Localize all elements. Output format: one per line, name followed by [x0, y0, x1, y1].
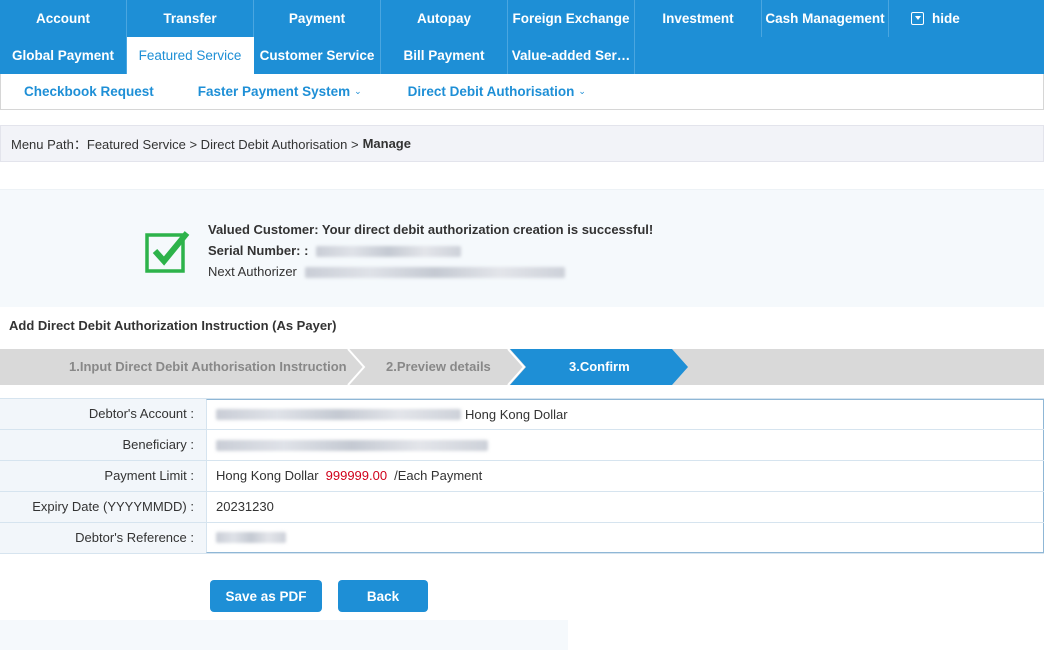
progress-steps: 1.Input Direct Debit Authorisation Instr…	[0, 349, 1044, 385]
payment-limit-suffix: /Each Payment	[394, 468, 483, 483]
nav-value-added-services[interactable]: Value-added Ser…	[508, 37, 635, 74]
debtor-account-label: Debtor's Account :	[0, 399, 206, 429]
subnav-direct-debit-authorisation[interactable]: Direct Debit Authorisation ⌄	[408, 84, 586, 99]
nav-hide-toggle[interactable]: hide	[889, 0, 1016, 37]
main-nav-row-1: Account Transfer Payment Autopay Foreign…	[0, 0, 1044, 37]
nav-hide-label: hide	[932, 11, 960, 26]
main-nav-row-2: Global Payment Featured Service Customer…	[0, 37, 1044, 74]
nav-autopay[interactable]: Autopay	[381, 0, 508, 37]
table-row: Beneficiary :	[0, 430, 1044, 461]
beneficiary-value	[206, 430, 1044, 460]
subnav-faster-payment-system[interactable]: Faster Payment System ⌄	[198, 84, 362, 99]
serial-number-label: Serial Number: :	[208, 243, 309, 258]
subnav-fps-label: Faster Payment System	[197, 84, 351, 99]
beneficiary-value-redacted	[216, 439, 488, 451]
beneficiary-label: Beneficiary :	[0, 430, 206, 460]
sub-nav: Checkbook Request Faster Payment System …	[0, 74, 1044, 110]
bottom-panel	[0, 620, 568, 650]
nav-account[interactable]: Account	[0, 0, 127, 37]
payment-limit-amount: 999999.00	[325, 468, 388, 483]
nav-foreign-exchange[interactable]: Foreign Exchange	[508, 0, 635, 37]
breadcrumb-current: Manage	[362, 136, 411, 151]
step-3-label: 3.Confirm	[569, 359, 630, 374]
payment-limit-label: Payment Limit :	[0, 461, 206, 491]
collapse-icon	[911, 12, 924, 25]
nav-bill-payment[interactable]: Bill Payment	[381, 37, 508, 74]
debtor-account-currency: Hong Kong Dollar	[465, 406, 568, 422]
step-1-divider	[347, 349, 366, 385]
breadcrumb: Menu Path：Featured Service > Direct Debi…	[0, 125, 1044, 162]
success-message: Valued Customer: Your direct debit autho…	[208, 222, 654, 237]
nav-featured-service[interactable]: Featured Service	[127, 37, 254, 74]
table-row: Payment Limit : Hong Kong Dollar 999999.…	[0, 461, 1044, 492]
breadcrumb-path: Menu Path：Featured Service > Direct Debi…	[11, 137, 359, 152]
subnav-checkbook-request[interactable]: Checkbook Request	[24, 84, 154, 99]
debtor-reference-label: Debtor's Reference :	[0, 523, 206, 553]
payment-limit-currency: Hong Kong Dollar	[216, 468, 319, 483]
step-2-label: 2.Preview details	[386, 359, 491, 374]
nav-customer-service[interactable]: Customer Service	[254, 37, 381, 74]
expiry-date-label: Expiry Date (YYYYMMDD) :	[0, 492, 206, 522]
debtor-account-value: Hong Kong Dollar	[206, 399, 1044, 429]
nav-investment[interactable]: Investment	[635, 0, 762, 37]
nav-transfer[interactable]: Transfer	[127, 0, 254, 37]
next-authorizer-label: Next Authorizer	[208, 264, 297, 279]
table-row: Debtor's Reference :	[0, 523, 1044, 554]
success-message-panel: Valued Customer: Your direct debit autho…	[0, 189, 1044, 307]
debtor-reference-redacted	[216, 532, 286, 543]
subnav-checkbook-label: Checkbook Request	[24, 84, 154, 99]
nav-cash-management[interactable]: Cash Management	[762, 0, 889, 37]
table-row: Debtor's Account : Hong Kong Dollar	[0, 399, 1044, 430]
chevron-down-icon: ⌄	[354, 86, 362, 96]
subnav-dda-label: Direct Debit Authorisation	[407, 84, 575, 99]
success-text-block: Valued Customer: Your direct debit autho…	[208, 219, 653, 282]
back-button[interactable]: Back	[338, 580, 428, 612]
next-authorizer-value-redacted	[304, 267, 565, 279]
chevron-down-icon: ⌄	[578, 86, 586, 96]
debtor-reference-value	[206, 523, 1044, 553]
debtor-account-number-redacted	[216, 409, 461, 420]
nav-global-payment[interactable]: Global Payment	[0, 37, 127, 74]
section-title: Add Direct Debit Authorization Instructi…	[9, 318, 337, 333]
step-1-label: 1.Input Direct Debit Authorisation Instr…	[69, 359, 347, 374]
checkmark-success-icon	[145, 231, 190, 273]
save-as-pdf-button[interactable]: Save as PDF	[210, 580, 322, 612]
expiry-date-value: 20231230	[206, 492, 1044, 522]
nav-payment[interactable]: Payment	[254, 0, 381, 37]
serial-number-value-redacted	[316, 246, 462, 258]
payment-limit-value: Hong Kong Dollar 999999.00 /Each Payment	[206, 461, 1044, 491]
table-row: Expiry Date (YYYYMMDD) : 20231230	[0, 492, 1044, 523]
details-table: Debtor's Account : Hong Kong Dollar Bene…	[0, 398, 1044, 554]
